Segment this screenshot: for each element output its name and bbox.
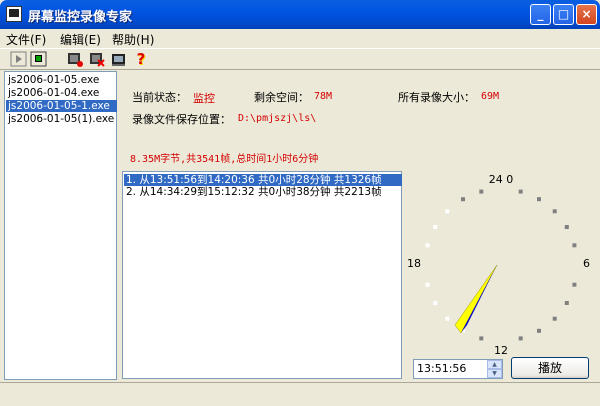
clock-tick (537, 328, 541, 333)
clock-tick (479, 189, 484, 194)
clock-tick (564, 301, 569, 305)
save-path-value: D:\pmjszj\ls\ (238, 113, 317, 124)
clock-tick (564, 225, 569, 229)
clock-tick (425, 243, 430, 248)
minimize-button[interactable]: _ (530, 4, 551, 25)
clock-tick (518, 336, 523, 341)
record-item[interactable]: 2. 从14:34:29到15:12:32 共0小时38分钟 共2213帧 (124, 186, 402, 198)
toolbar: ? (0, 48, 600, 70)
record-toolbar-button[interactable] (66, 51, 84, 68)
record-item-selected[interactable]: 1. 从13:51:56到14:20:36 共0小时28分钟 共1326帧 (124, 174, 402, 186)
close-button[interactable]: × (576, 4, 597, 25)
info-panel: 当前状态： 监控 剩余空间： 78M 所有录像大小： 69M 录像文件保存位置：… (120, 71, 598, 169)
clock-label-right: 6 (583, 257, 590, 270)
clock-tick (572, 282, 577, 287)
clock-tick (461, 197, 465, 202)
record-delete-toolbar-button[interactable] (88, 51, 106, 68)
stop-icon (30, 51, 47, 67)
clock-tick (552, 316, 557, 321)
status-value: 监控 (193, 92, 215, 105)
title-bar: 屏幕监控录像专家 _ □ × (0, 0, 600, 29)
clock-dial: 24 0 6 12 18 (407, 173, 590, 357)
app-icon (6, 6, 22, 22)
file-item[interactable]: js2006-01-05.exe (6, 74, 117, 86)
clock-tick (572, 243, 577, 248)
menu-file[interactable]: 文件(F) (6, 31, 46, 48)
menu-bar: 文件(F) 编辑(E) 帮助(H) (0, 29, 600, 48)
clock-tick (479, 336, 484, 341)
status-label: 当前状态： (132, 91, 187, 104)
play-button[interactable]: 播放 (511, 357, 589, 379)
maximize-button[interactable]: □ (553, 4, 574, 25)
clock-tick (537, 197, 541, 202)
spin-down-button[interactable]: ▼ (487, 369, 502, 378)
file-item[interactable]: js2006-01-05(1).exe (6, 113, 117, 125)
clock-label-bottom: 12 (494, 344, 508, 357)
clock-tick (425, 282, 430, 287)
record-delete-icon (90, 53, 105, 67)
play-toolbar-button[interactable] (10, 51, 28, 68)
free-space-value: 78M (314, 91, 333, 102)
summary-text: 8.35M字节,共3541帧,总时间1小时6分钟 (130, 154, 319, 165)
total-size-label: 所有录像大小： (398, 91, 475, 104)
clock-label-left: 18 (407, 257, 421, 270)
file-list[interactable]: js2006-01-05.exe js2006-01-04.exe js2006… (4, 71, 117, 380)
time-spinner[interactable]: ▲ ▼ (487, 360, 502, 378)
clock-tick (433, 301, 438, 305)
film-toolbar-button[interactable] (110, 51, 128, 68)
clock-tick (552, 209, 557, 214)
free-space-label: 剩余空间： (254, 91, 309, 104)
help-icon[interactable]: ? (132, 51, 150, 68)
menu-help[interactable]: 帮助(H) (112, 31, 154, 48)
clock-area: 24 0 6 12 18 (403, 171, 598, 359)
total-size-value: 69M (481, 91, 500, 102)
records-list[interactable]: 1. 从13:51:56到14:20:36 共0小时28分钟 共1326帧 2.… (122, 171, 402, 379)
clock-hand-yellow (454, 264, 498, 334)
window-title: 屏幕监控录像专家 (28, 10, 133, 25)
status-bar (0, 382, 600, 406)
spin-up-button[interactable]: ▲ (487, 360, 502, 369)
film-icon (112, 54, 125, 66)
file-item-selected[interactable]: js2006-01-05-1.exe (6, 100, 117, 112)
file-item[interactable]: js2006-01-04.exe (6, 87, 117, 99)
menu-edit[interactable]: 编辑(E) (60, 31, 101, 48)
clock-tick (445, 209, 450, 214)
stop-toolbar-button[interactable] (30, 51, 48, 68)
play-icon (10, 51, 27, 67)
record-icon (68, 53, 83, 67)
clock-label-top: 24 0 (489, 173, 514, 186)
clock-tick (433, 225, 438, 229)
clock-tick (518, 189, 523, 194)
clock-tick (445, 316, 450, 321)
save-path-label: 录像文件保存位置： (132, 113, 231, 126)
